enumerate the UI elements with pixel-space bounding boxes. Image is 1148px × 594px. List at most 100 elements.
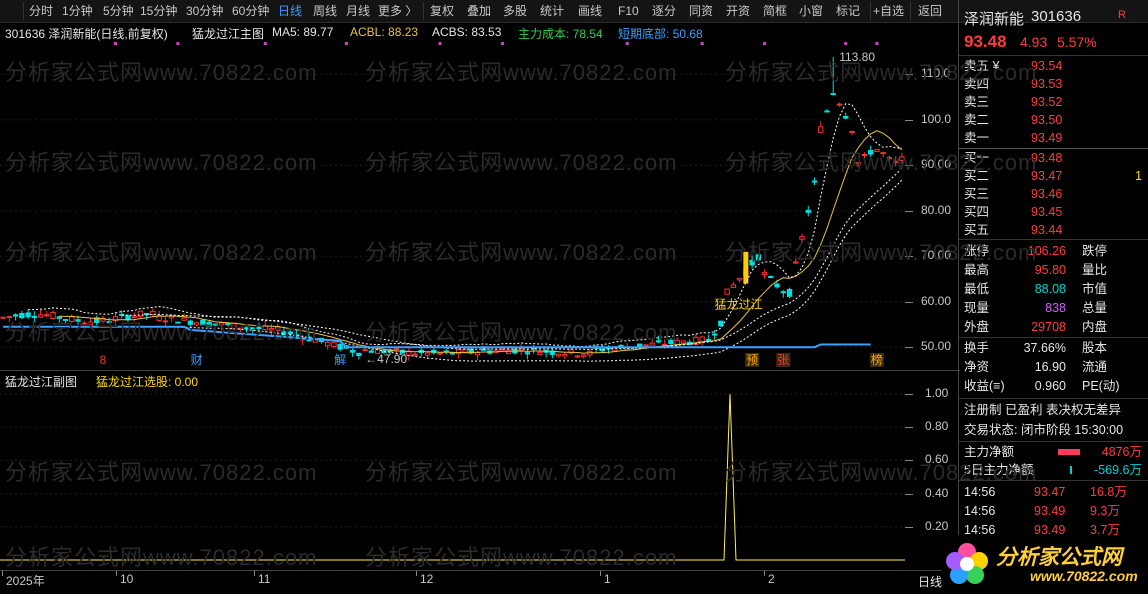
event-marker: 解 bbox=[334, 353, 346, 367]
toolbar-btn-2[interactable]: 5分钟 bbox=[103, 3, 134, 19]
main-chart[interactable]: 113.80 ←47.90 猛龙过江 8 财 解 预 张 榜 bbox=[0, 38, 905, 370]
x-tick: 11 bbox=[258, 572, 271, 586]
toolbar-btn-9[interactable]: 更多 〉 bbox=[378, 3, 417, 19]
candle-body bbox=[836, 103, 843, 106]
candle-body bbox=[768, 276, 774, 279]
stat2-value: 37.66% bbox=[1023, 341, 1066, 355]
candle-body bbox=[162, 320, 169, 323]
price-tick: 80.00 bbox=[921, 202, 952, 217]
toolbar-btn-18[interactable]: 开资 bbox=[726, 3, 750, 19]
toolbar-btn-22[interactable]: +自选 bbox=[873, 3, 904, 19]
toolbar-btn-16[interactable]: 逐分 bbox=[652, 3, 676, 19]
fund-bar-neg bbox=[1070, 466, 1072, 474]
toolbar-btn-12[interactable]: 多股 bbox=[503, 3, 527, 19]
candle-body bbox=[150, 310, 156, 315]
x-tick-mark bbox=[416, 571, 417, 576]
candle-body bbox=[537, 351, 543, 355]
sell-level-price: 93.49 bbox=[1031, 131, 1063, 145]
x-tick: 2 bbox=[768, 572, 775, 586]
stat2-value: 16.90 bbox=[1034, 360, 1066, 374]
logo-text: 分析家公式网 bbox=[996, 546, 1122, 569]
sell-level-label: 卖二 bbox=[964, 113, 990, 127]
fund-value: -569.6万 bbox=[1094, 463, 1142, 477]
toolbar-btn-23[interactable]: 返回 bbox=[918, 3, 942, 19]
stat-label-2: 跌停 bbox=[1082, 244, 1108, 258]
candle-body bbox=[218, 322, 225, 326]
candle-body bbox=[424, 352, 431, 356]
price-tick: 110.0 bbox=[921, 66, 951, 81]
candle-body bbox=[12, 314, 19, 317]
candle-body bbox=[799, 236, 805, 240]
trade-state: 交易状态: 闭市阶段 15:30:00 bbox=[964, 423, 1124, 437]
candle-body bbox=[818, 126, 824, 133]
toolbar-btn-3[interactable]: 15分钟 bbox=[140, 3, 177, 19]
toolbar-btn-21[interactable]: 标记 bbox=[836, 3, 860, 19]
toolbar-btn-11[interactable]: 叠加 bbox=[467, 3, 491, 19]
toolbar-btn-4[interactable]: 30分钟 bbox=[186, 3, 223, 19]
sell-level-price: 93.53 bbox=[1031, 77, 1063, 91]
top-marker-dot bbox=[438, 42, 442, 45]
chart-divider bbox=[0, 370, 960, 371]
quote-pct: 5.57% bbox=[1057, 34, 1097, 50]
candle-body bbox=[324, 341, 331, 347]
x-axis: 2025年 10 11 12 1 2 bbox=[0, 571, 905, 591]
candle-body bbox=[780, 291, 786, 294]
candle-body bbox=[580, 354, 587, 357]
candle-body bbox=[56, 316, 62, 319]
event-marker: 8 bbox=[100, 353, 107, 367]
sell-level-label: 卖三 bbox=[964, 95, 990, 109]
x-tick: 1 bbox=[604, 572, 611, 586]
price-axis: 110.0 100.0 90.00 80.00 70.00 60.00 50.00 bbox=[905, 38, 960, 370]
candle-body bbox=[736, 277, 743, 281]
candle-body bbox=[87, 321, 94, 326]
sub-tick: 0.20 bbox=[925, 518, 949, 533]
toolbar-btn-5[interactable]: 60分钟 bbox=[232, 3, 269, 19]
top-marker-dot bbox=[625, 42, 629, 45]
logo-area: 分析家公式网 www.70822.com bbox=[942, 535, 1148, 594]
candle-body bbox=[412, 353, 418, 356]
panel-divider bbox=[958, 0, 959, 594]
sub-chart[interactable] bbox=[0, 388, 905, 568]
candle-body bbox=[524, 352, 531, 355]
candle-body bbox=[474, 352, 481, 356]
toolbar-btn-19[interactable]: 简框 bbox=[763, 3, 787, 19]
toolbar-btn-0[interactable]: 分时 bbox=[29, 3, 53, 19]
toolbar-btn-1[interactable]: 1分钟 bbox=[62, 3, 93, 19]
toolbar-btn-17[interactable]: 同资 bbox=[689, 3, 713, 19]
toolbar-btn-14[interactable]: 画线 bbox=[578, 3, 602, 19]
price-tick-mark bbox=[905, 74, 913, 76]
toolbar-btn-8[interactable]: 月线 bbox=[346, 3, 370, 19]
toolbar-btn-20[interactable]: 小窗 bbox=[799, 3, 823, 19]
axis-period-label[interactable]: 日线 bbox=[918, 573, 942, 590]
x-tick: 12 bbox=[420, 572, 434, 586]
quote-divider bbox=[959, 55, 1148, 56]
toolbar-btn-10[interactable]: 复权 bbox=[430, 3, 454, 19]
candle-body bbox=[243, 327, 250, 330]
stat-value: 29708 bbox=[1031, 320, 1066, 334]
candle-body bbox=[6, 315, 13, 318]
candle-body bbox=[275, 326, 281, 331]
stat2-label-2: 股本 bbox=[1082, 341, 1108, 355]
toolbar-btn-6[interactable]: 日线 bbox=[278, 3, 302, 19]
candle-body bbox=[849, 130, 855, 133]
candle-body bbox=[181, 317, 187, 321]
candle-body bbox=[25, 312, 31, 318]
buy-level-volume: 1 bbox=[1135, 169, 1142, 183]
candle-body bbox=[843, 115, 849, 119]
candle-body bbox=[886, 157, 893, 160]
quote-name: 泽润新能 bbox=[964, 11, 1025, 28]
toolbar-btn-7[interactable]: 周线 bbox=[313, 3, 337, 19]
buy-level-label: 买五 bbox=[964, 223, 990, 237]
candle-body bbox=[761, 272, 768, 275]
stat2-label-2: 流通 bbox=[1082, 360, 1108, 374]
toolbar-btn-13[interactable]: 统计 bbox=[540, 3, 564, 19]
stats2-divider bbox=[959, 337, 1148, 338]
candle-body bbox=[187, 320, 194, 325]
toolbar-btn-15[interactable]: F10 bbox=[618, 3, 639, 19]
buy-level-label: 买四 bbox=[964, 205, 990, 219]
high-price-label: 113.80 bbox=[839, 50, 875, 64]
tick-price: 93.47 bbox=[1034, 485, 1066, 499]
candle-body bbox=[680, 340, 687, 344]
stat-label: 最高 bbox=[964, 263, 990, 277]
sell-level-label: 卖一 bbox=[964, 131, 990, 145]
